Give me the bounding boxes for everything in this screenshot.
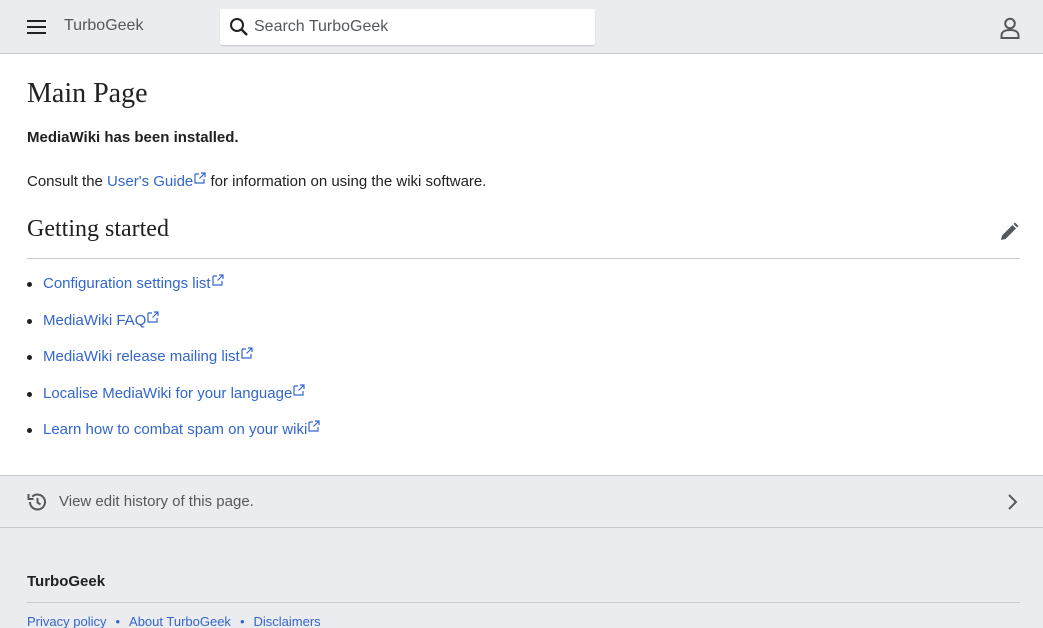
user-icon[interactable] [996,14,1024,42]
privacy-policy-link[interactable]: Privacy policy [27,614,106,628]
config-settings-link[interactable]: Configuration settings list [43,274,224,292]
list-item: MediaWiki FAQ [27,310,320,347]
list-item: MediaWiki release mailing list [27,346,320,383]
combat-spam-link[interactable]: Learn how to combat spam on your wiki [43,420,320,438]
localise-link[interactable]: Localise MediaWiki for your language [43,383,305,402]
footer-links: Privacy policy • About TurboGeek • Disclaime… [27,614,321,628]
getting-started-list: Configuration settings list MediaWiki FA… [27,273,320,456]
footer-divider [27,602,1020,603]
external-link-icon [293,383,305,396]
footer-site-name: TurboGeek [27,573,106,590]
header-bar: TurboGeek [0,0,1043,54]
history-icon [27,493,46,511]
page-title: Main Page [27,78,148,109]
external-link-icon [194,172,206,184]
search-input[interactable] [254,18,574,36]
footer-separator: • [115,614,121,628]
link-text: Localise MediaWiki for your language [43,384,293,402]
section-title: Getting started [27,216,169,242]
consult-suffix: for information on using the wiki softwa… [206,173,487,190]
footer: TurboGeek Privacy policy • About TurboGeek… [0,528,1043,628]
external-link-icon [211,274,224,286]
link-text: MediaWiki FAQ [43,311,147,329]
search-box[interactable] [220,9,595,45]
list-item: Configuration settings list [27,273,320,310]
link-text: Learn how to combat spam on your wiki [43,421,308,438]
external-link-icon [308,420,320,432]
site-name[interactable]: TurboGeek [64,17,143,35]
history-label: View edit history of this page. [59,493,254,510]
link-text: MediaWiki release mailing list [43,348,240,365]
external-link-icon [147,310,159,323]
consult-prefix: Consult the [27,173,108,190]
mediawiki-faq-link[interactable]: MediaWiki FAQ [43,310,159,329]
search-icon [228,16,250,38]
chevron-right-icon [1008,494,1018,510]
edit-history-bar[interactable]: View edit history of this page. [0,475,1043,528]
consult-paragraph: Consult the User's Guide for information… [27,172,486,190]
menu-icon[interactable] [22,13,52,41]
link-text: Configuration settings list [43,275,211,292]
users-guide-link-text: User's Guide [107,173,194,190]
footer-separator: • [239,614,245,628]
list-item: Localise MediaWiki for your language [27,383,320,420]
list-item: Learn how to combat spam on your wiki [27,419,320,456]
users-guide-link[interactable]: User's Guide [107,172,206,190]
external-link-icon [241,347,253,359]
mailing-list-link[interactable]: MediaWiki release mailing list [43,347,253,365]
installed-message: MediaWiki has been installed. [27,129,239,146]
section-getting-started: Getting started [27,216,1020,259]
edit-pencil-icon[interactable] [998,221,1020,243]
about-link[interactable]: About TurboGeek [129,614,231,628]
disclaimers-link[interactable]: Disclaimers [254,614,321,628]
